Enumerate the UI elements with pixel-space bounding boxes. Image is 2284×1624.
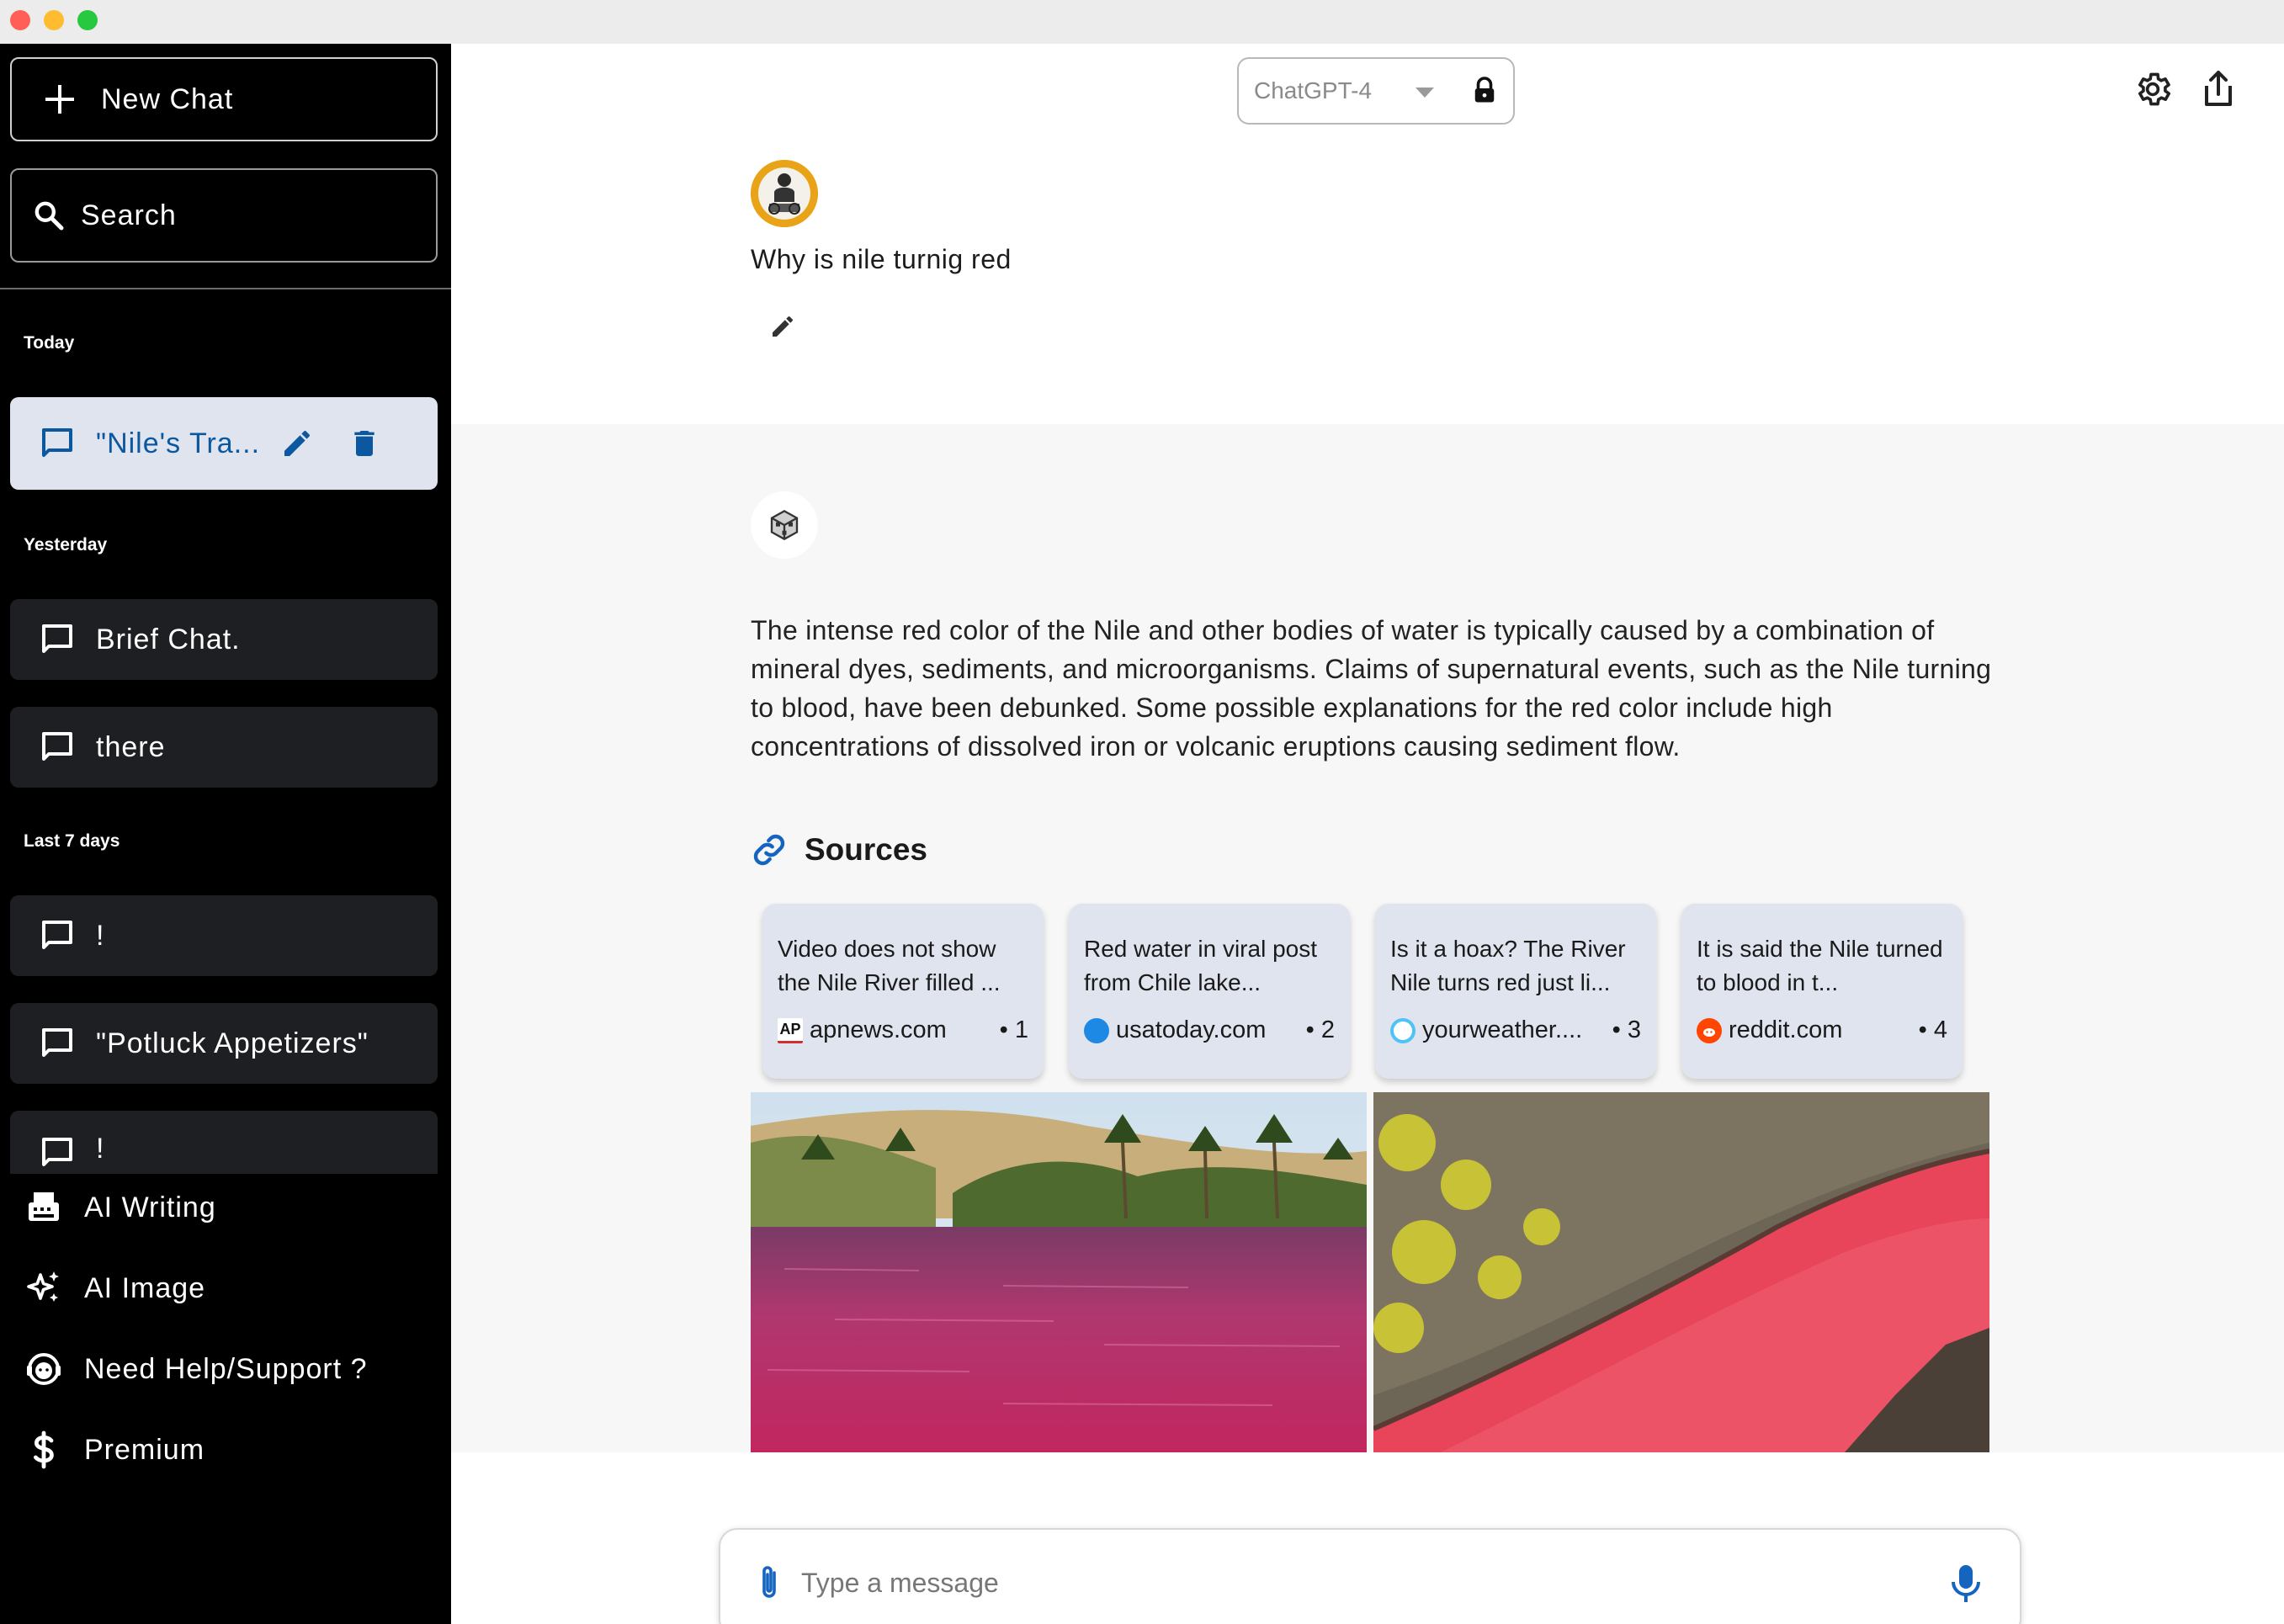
chat-bubble-icon — [42, 1138, 72, 1166]
support-menu-item[interactable]: Need Help/Support ? — [24, 1349, 368, 1389]
menu-label: AI Writing — [84, 1191, 216, 1223]
source-card[interactable]: It is said the Nile turned to blood in t… — [1681, 904, 1963, 1079]
plus-icon — [45, 85, 74, 114]
chat-item[interactable]: "Potluck Appetizers" — [10, 1003, 438, 1084]
source-title: Video does not show the Nile River fille… — [778, 936, 1001, 995]
close-window-button[interactable] — [10, 10, 30, 30]
minimize-window-button[interactable] — [44, 10, 64, 30]
search-icon — [35, 201, 64, 231]
yourweather-favicon-icon — [1390, 1017, 1416, 1043]
sources-title: Sources — [805, 832, 928, 867]
sources-header: Sources — [751, 831, 927, 868]
sparkles-icon — [27, 1271, 59, 1302]
user-avatar-image — [751, 160, 818, 227]
result-image[interactable] — [1373, 1092, 1989, 1452]
source-index: • 1 — [999, 1016, 1028, 1043]
cube-logo-icon — [770, 509, 799, 541]
typewriter-icon — [29, 1192, 59, 1221]
source-index: • 4 — [1918, 1016, 1947, 1043]
assistant-message: The intense red color of the Nile and ot… — [751, 615, 1992, 762]
user-avatar — [751, 160, 818, 227]
chat-title: Brief Chat. — [96, 623, 241, 655]
sidebar-menu: AI Writing AI Image Need Help/Support ? … — [0, 1174, 451, 1624]
chevron-down-icon — [1416, 88, 1434, 98]
paperclip-icon[interactable] — [754, 1563, 784, 1603]
microphone-icon[interactable] — [1949, 1563, 1983, 1604]
edit-message-icon[interactable] — [769, 313, 796, 340]
usatoday-favicon-icon — [1084, 1017, 1109, 1043]
chat-bubble-icon — [42, 624, 72, 653]
gear-icon[interactable] — [2133, 69, 2173, 109]
chat-item[interactable]: Brief Chat. — [10, 599, 438, 680]
menu-label: Need Help/Support ? — [84, 1352, 368, 1385]
sidebar: New Chat Search Today "Nile's Tra... Yes… — [0, 44, 451, 1624]
chat-title: "Potluck Appetizers" — [96, 1027, 369, 1059]
chat-bubble-icon — [42, 732, 72, 761]
model-select[interactable]: ChatGPT-4 — [1237, 57, 1515, 125]
chat-item[interactable]: "Nile's Tra... — [10, 397, 438, 490]
premium-menu-item[interactable]: Premium — [24, 1430, 204, 1470]
maximize-window-button[interactable] — [77, 10, 98, 30]
new-chat-label: New Chat — [101, 82, 234, 115]
chat-item[interactable]: ! — [10, 895, 438, 976]
window-title-bar — [0, 0, 2284, 44]
source-domain: usatoday.com — [1116, 1016, 1267, 1043]
source-domain: reddit.com — [1729, 1016, 1843, 1043]
source-title: Is it a hoax? The River Nile turns red j… — [1390, 936, 1626, 995]
group-label-last-7-days: Last 7 days — [24, 831, 120, 851]
edit-chat-icon[interactable] — [280, 427, 314, 460]
sidebar-divider — [0, 288, 451, 289]
source-title: It is said the Nile turned to blood in t… — [1697, 936, 1943, 995]
reddit-favicon-icon — [1697, 1017, 1722, 1043]
menu-label: AI Image — [84, 1271, 206, 1304]
delete-chat-icon[interactable] — [348, 427, 381, 460]
assistant-avatar — [751, 491, 818, 559]
support-agent-icon — [27, 1353, 61, 1385]
source-domain: apnews.com — [810, 1016, 947, 1043]
composer-area — [451, 1452, 2284, 1624]
source-title: Red water in viral post from Chile lake.… — [1084, 936, 1318, 995]
chat-title: "Nile's Tra... — [96, 427, 261, 459]
message-composer — [719, 1528, 2021, 1624]
source-index: • 3 — [1612, 1016, 1641, 1043]
share-icon[interactable] — [2198, 69, 2239, 109]
result-image[interactable] — [751, 1092, 1367, 1452]
group-label-today: Today — [24, 333, 75, 353]
source-card[interactable]: Red water in viral post from Chile lake.… — [1069, 904, 1350, 1079]
lock-icon — [1474, 77, 1495, 103]
ai-writing-menu-item[interactable]: AI Writing — [24, 1187, 216, 1228]
source-domain: yourweather.... — [1422, 1016, 1583, 1043]
red-river-palms-image — [751, 1092, 1367, 1452]
chat-item[interactable]: there — [10, 707, 438, 788]
group-label-yesterday: Yesterday — [24, 535, 108, 555]
chat-title: ! — [96, 919, 105, 952]
menu-label: Premium — [84, 1433, 205, 1466]
chat-title: ! — [96, 1133, 105, 1165]
chat-title: there — [96, 730, 166, 763]
assistant-message-area: The intense red color of the Nile and ot… — [451, 424, 2284, 1452]
dollar-icon — [34, 1430, 54, 1469]
red-river-bank-image — [1373, 1092, 1989, 1452]
source-index: • 2 — [1305, 1016, 1335, 1043]
model-select-value: ChatGPT-4 — [1254, 77, 1373, 103]
ai-image-menu-item[interactable]: AI Image — [24, 1268, 205, 1308]
chat-bubble-icon — [42, 1028, 72, 1057]
link-icon — [753, 834, 785, 866]
main-panel: ChatGPT-4 Why is nile turnig red The int… — [451, 44, 2284, 1624]
new-chat-button[interactable]: New Chat — [10, 57, 438, 141]
ap-favicon-icon: AP — [778, 1017, 803, 1043]
source-card[interactable]: Is it a hoax? The River Nile turns red j… — [1375, 904, 1656, 1079]
source-card[interactable]: Video does not show the Nile River fille… — [762, 904, 1044, 1079]
search-button[interactable]: Search — [10, 168, 438, 263]
chat-bubble-icon — [42, 428, 72, 457]
chat-bubble-icon — [42, 921, 72, 949]
search-label: Search — [81, 199, 177, 231]
message-input[interactable] — [801, 1567, 1895, 1599]
user-message: Why is nile turnig red — [751, 244, 1012, 274]
